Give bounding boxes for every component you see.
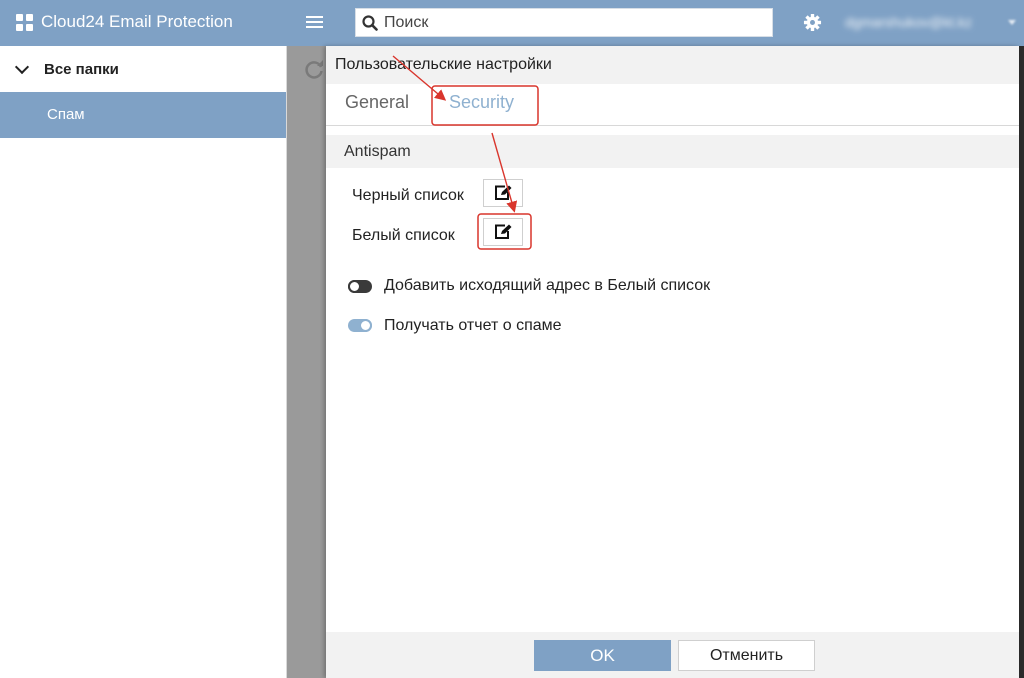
- top-bar: Cloud24 Email Protection dgmarshukov@kt.…: [0, 0, 1024, 46]
- user-settings-dialog: Пользовательские настройки General Secur…: [326, 46, 1019, 678]
- dialog-title: Пользовательские настройки: [326, 46, 1019, 84]
- app-title: Cloud24 Email Protection: [41, 12, 233, 31]
- gear-icon[interactable]: [803, 13, 822, 32]
- menu-icon[interactable]: [306, 13, 323, 31]
- sidebar-item-label: Спам: [47, 106, 85, 123]
- blacklist-edit-button[interactable]: [483, 179, 523, 207]
- add-outgoing-to-whitelist-toggle[interactable]: [348, 280, 372, 293]
- blacklist-label: Черный список: [352, 187, 464, 204]
- user-menu[interactable]: dgmarshukov@kt.kz: [845, 14, 972, 30]
- cancel-button[interactable]: Отменить: [678, 640, 815, 671]
- toggle-label: Добавить исходящий адрес в Белый список: [384, 277, 711, 294]
- grid-icon: [16, 13, 33, 31]
- window-edge: [1019, 46, 1024, 678]
- tab-bar: General Security: [326, 84, 1019, 126]
- search-input[interactable]: [384, 13, 754, 32]
- app-logo[interactable]: Cloud24 Email Protection: [16, 12, 233, 32]
- refresh-icon[interactable]: [303, 58, 325, 80]
- sidebar-item-all-folders[interactable]: Все папки: [0, 46, 286, 92]
- ok-button[interactable]: OK: [534, 640, 671, 671]
- tab-general[interactable]: General: [345, 92, 409, 113]
- section-title: Antispam: [326, 135, 1019, 168]
- whitelist-label: Белый список: [352, 227, 455, 244]
- chevron-down-icon[interactable]: [1008, 20, 1016, 25]
- search-icon: [362, 14, 378, 31]
- sidebar-item-spam[interactable]: Спам: [0, 92, 286, 138]
- edit-icon: [495, 224, 512, 239]
- toggle-label: Получать отчет о спаме: [384, 317, 562, 334]
- search-box[interactable]: [355, 8, 773, 37]
- tab-security[interactable]: Security: [449, 92, 514, 113]
- spam-report-toggle[interactable]: [348, 319, 372, 332]
- dialog-footer: OK Отменить: [326, 632, 1019, 678]
- folder-sidebar: Все папки Спам: [0, 46, 287, 678]
- chevron-down-icon[interactable]: [14, 59, 30, 74]
- whitelist-edit-button[interactable]: [483, 218, 523, 246]
- edit-icon: [495, 185, 512, 200]
- sidebar-item-label: Все папки: [44, 60, 119, 78]
